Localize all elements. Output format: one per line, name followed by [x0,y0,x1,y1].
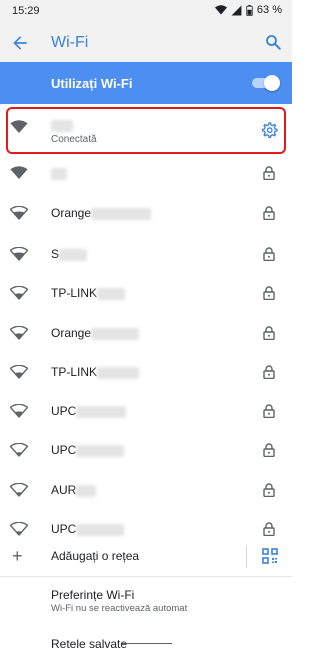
network-name: TP-LINK [51,286,126,300]
network-name-obscured [97,366,140,379]
network-name-prefix: Orange [51,206,92,220]
network-name-prefix: TP-LINK [51,365,98,379]
saved-networks-title: Rețele salvate [51,637,128,648]
network-name-prefix: TP-LINK [51,286,98,300]
wifi-preferences-subtitle: Wi-Fi nu se reactivează automat [51,603,188,614]
network-name-prefix: Orange [51,326,92,340]
page-title: Wi-Fi [51,34,89,51]
wifi-signal-full-icon [10,166,28,179]
status-bar: 15:29 63 % [0,0,292,24]
lock-icon [263,286,275,300]
qr-code-scan-icon[interactable] [262,548,278,564]
lock-icon [263,247,275,261]
lock-icon [263,166,275,180]
lock-icon [263,365,275,379]
wifi-signal-medium-icon [10,326,28,340]
battery-percent: 63 % [256,4,282,16]
network-name-obscured [91,207,152,220]
network-row[interactable]: S [0,237,292,273]
wifi-signal-medium-icon [10,404,28,418]
network-row[interactable]: AUR [0,473,292,509]
network-name-prefix: UPC [51,404,77,418]
network-name: Orange [51,206,152,220]
wifi-signal-high-icon [10,247,28,261]
wifi-master-switch-row[interactable]: Utilizați Wi-Fi [0,62,292,104]
network-row[interactable]: Orange [0,316,292,352]
battery-icon [246,4,253,16]
connected-network-highlight-frame [6,107,286,154]
lock-icon [263,206,275,220]
section-divider [0,576,292,577]
network-name-obscured [76,444,125,457]
plus-icon: + [12,546,23,566]
network-name-obscured [76,405,127,418]
network-name: AUR [51,483,97,497]
wifi-signal-low-icon [10,483,28,497]
navigation-bar-handle [122,643,172,644]
add-network-label: Adăugați o rețea [51,549,140,563]
lock-icon [263,483,275,497]
network-row[interactable]: TP-LINK [0,276,292,312]
network-name: UPC [51,522,125,536]
network-name: UPC [51,443,125,457]
lock-icon [263,404,275,418]
wifi-signal-low-icon [10,522,28,536]
network-name-obscured [76,523,125,536]
wifi-signal-medium-icon [10,286,28,300]
network-name-obscured [59,248,88,261]
signal-icon [231,5,242,15]
network-name-obscured [91,327,140,340]
wifi-signal-high-icon [10,206,28,220]
network-name: S [51,247,88,261]
lock-icon [263,443,275,457]
network-row[interactable]: Orange [0,196,292,232]
network-row[interactable]: UPC [0,394,292,430]
app-bar: Wi-Fi [0,24,292,62]
wifi-signal-low-icon [10,443,28,457]
network-name-prefix: UPC [51,443,77,457]
wifi-status-icon [214,5,227,15]
network-name-obscured [51,167,67,180]
status-icons: 63 % [214,4,282,16]
network-row[interactable] [0,156,292,192]
network-name [51,166,67,180]
wifi-preferences-item[interactable]: Preferințe Wi-Fi Wi-Fi nu se reactivează… [0,582,292,618]
wifi-master-switch-label: Utilizați Wi-Fi [51,76,133,91]
toggle-knob [264,75,280,91]
network-name-prefix: S [51,247,60,261]
network-name-prefix: AUR [51,483,77,497]
wifi-toggle[interactable] [252,75,280,91]
vertical-divider [246,546,247,568]
saved-networks-item[interactable]: Rețele salvate [0,634,292,648]
lock-icon [263,326,275,340]
network-name-obscured [97,287,126,300]
network-name: TP-LINK [51,365,140,379]
wifi-signal-medium-icon [10,365,28,379]
status-time: 15:29 [12,5,40,17]
lock-icon [263,522,275,536]
network-row[interactable]: TP-LINK [0,355,292,391]
search-icon[interactable] [264,33,282,51]
back-arrow-icon[interactable] [10,33,30,53]
wifi-preferences-title: Preferințe Wi-Fi [51,588,135,602]
network-name: UPC [51,404,127,418]
network-name: Orange [51,326,140,340]
network-name-obscured [76,484,97,497]
network-row[interactable]: UPC [0,433,292,469]
add-network-row[interactable]: + Adăugați o rețea [0,540,292,574]
network-name-prefix: UPC [51,522,77,536]
